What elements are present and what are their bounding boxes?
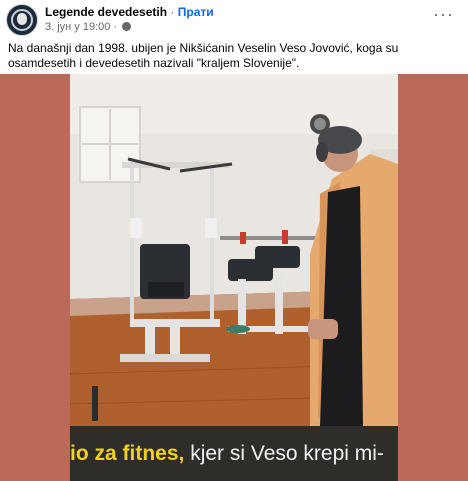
more-options-icon[interactable]: ··· (433, 5, 454, 23)
gym-photo-illustration (70, 74, 398, 426)
follow-button[interactable]: Прати (178, 5, 214, 19)
page-avatar[interactable] (6, 4, 38, 36)
meta-separator: · (113, 21, 118, 33)
caption-highlight: io za fitnes, (70, 442, 185, 465)
name-separator: · (170, 5, 175, 19)
post-timestamp[interactable]: 3. јун у 19:00 (45, 21, 110, 33)
post-header: Legende devedesetih · Прати 3. јун у 19:… (0, 0, 468, 40)
avatar-face (17, 13, 27, 25)
post-meta: 3. јун у 19:00 · (45, 21, 132, 33)
page-name-link[interactable]: Legende devedesetih (45, 5, 167, 19)
caption-text: io za fitnes, kjer si Veso krepi mi- (70, 442, 384, 466)
post-media[interactable]: io za fitnes, kjer si Veso krepi mi- (0, 74, 468, 481)
photo-caption: io za fitnes, kjer si Veso krepi mi- (70, 426, 398, 481)
caption-rest: kjer si Veso krepi mi- (184, 442, 384, 465)
page-name-line: Legende devedesetih · Прати (45, 5, 214, 19)
globe-icon[interactable] (122, 22, 132, 31)
post-photo (70, 74, 398, 481)
post-text: Na današnji dan 1998. ubijen je Nikšićan… (8, 41, 399, 70)
